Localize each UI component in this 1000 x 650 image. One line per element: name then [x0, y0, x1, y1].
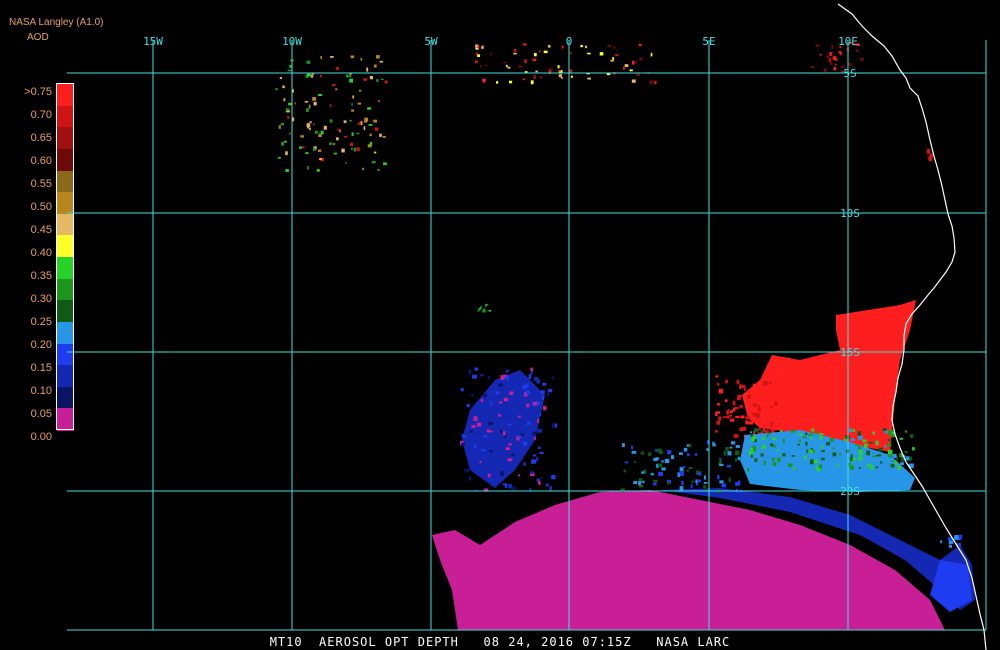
longitude-label: 5W: [424, 35, 438, 48]
latitude-label: 5S: [843, 67, 856, 80]
smoke-plume: [742, 300, 916, 452]
map-caption: MT10 AEROSOL OPT DEPTH 08 24, 2016 07:15…: [269, 635, 731, 649]
aod-map: 15W 10W 5W 0 5E 10E 5S 10S 15S 20S: [67, 3, 987, 650]
longitude-label: 10W: [282, 35, 302, 48]
longitude-label: 10E: [838, 35, 858, 48]
latitude-label: 10S: [840, 207, 860, 220]
latitude-label: 15S: [840, 346, 860, 359]
longitude-label: 5E: [702, 35, 715, 48]
clean-ocean-area: [432, 490, 945, 630]
aod-field: [275, 42, 975, 630]
longitude-label: 0: [566, 35, 573, 48]
latitude-label: 20S: [840, 485, 860, 498]
aod-patch: [462, 370, 545, 488]
longitude-label: 15W: [143, 35, 163, 48]
